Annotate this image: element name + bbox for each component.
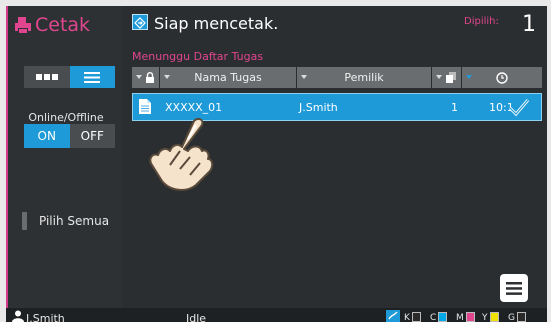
grid-view-button[interactable] [24, 66, 70, 88]
column-job-name-label: Nama Tugas [194, 71, 262, 84]
toner-m: M [456, 312, 475, 322]
queue-title: Menunggu Daftar Tugas [132, 50, 264, 63]
toner-y-level [489, 312, 499, 322]
column-lock[interactable] [132, 67, 160, 88]
sort-icon [164, 75, 170, 79]
copies-icon [445, 72, 456, 83]
toner-k-level [411, 312, 421, 322]
sort-icon [301, 75, 307, 79]
sort-icon [466, 75, 472, 79]
owner-cell: J.Smith [299, 101, 338, 114]
printer-icon [15, 17, 31, 33]
online-off-button[interactable]: OFF [69, 124, 115, 148]
menu-icon [506, 281, 522, 295]
select-all-button[interactable]: Pilih Semua [22, 212, 109, 230]
toner-g: G [508, 312, 526, 322]
printer-status: Idle [186, 312, 207, 322]
toner-m-level [465, 312, 475, 322]
sort-icon [436, 75, 442, 79]
column-time[interactable] [462, 67, 542, 88]
lock-icon [145, 72, 154, 83]
app-title: Cetak [14, 14, 90, 36]
toner-k-label: K [404, 313, 410, 322]
clock-icon [496, 71, 508, 84]
tap-hand-icon [149, 117, 214, 191]
select-all-indicator [22, 212, 27, 230]
user-icon [12, 310, 24, 322]
toner-k: K [404, 312, 421, 322]
network-icon [386, 310, 400, 322]
printer-screen: Cetak Online/Offline ON OFF Pilih Semua … [6, 6, 547, 322]
copies-cell: 1 [451, 101, 458, 114]
select-all-label: Pilih Semua [39, 214, 110, 228]
status-bar: J.Smith Idle K C M Y G [6, 308, 547, 322]
toner-c-label: C [430, 313, 437, 322]
online-offline-toggle: ON OFF [24, 124, 115, 148]
grid-view-icon [35, 74, 58, 80]
sort-icon [136, 75, 142, 79]
toner-y: Y [482, 312, 499, 322]
column-owner-label: Pemilik [344, 71, 384, 84]
column-copies[interactable] [432, 67, 462, 88]
list-view-icon [84, 71, 101, 83]
left-panel: Cetak Online/Offline ON OFF Pilih Semua [6, 6, 122, 308]
table-header: Nama Tugas Pemilik [132, 67, 542, 88]
online-offline-label: Online/Offline [28, 111, 104, 124]
toner-m-label: M [456, 313, 464, 322]
list-view-button[interactable] [69, 66, 115, 88]
ready-status-icon [132, 14, 148, 30]
toner-c-level [438, 312, 448, 322]
toner-g-label: G [508, 313, 515, 322]
selected-count: 1 [522, 12, 536, 37]
column-job-name[interactable]: Nama Tugas [160, 67, 297, 88]
online-on-button[interactable]: ON [24, 124, 70, 148]
selected-label: Dipilih: [464, 16, 499, 27]
toner-g-level [516, 312, 526, 322]
main-panel: Siap mencetak. Dipilih: 1 Menunggu Dafta… [122, 6, 547, 308]
toner-c: C [430, 312, 448, 322]
toner-y-label: Y [482, 313, 488, 322]
status-message: Siap mencetak. [154, 14, 279, 33]
checkmark-icon [508, 99, 530, 117]
column-owner[interactable]: Pemilik [297, 67, 432, 88]
user-name: J.Smith [26, 312, 65, 322]
menu-button[interactable] [500, 274, 528, 302]
view-toggle [24, 66, 115, 88]
app-title-text: Cetak [35, 14, 91, 36]
